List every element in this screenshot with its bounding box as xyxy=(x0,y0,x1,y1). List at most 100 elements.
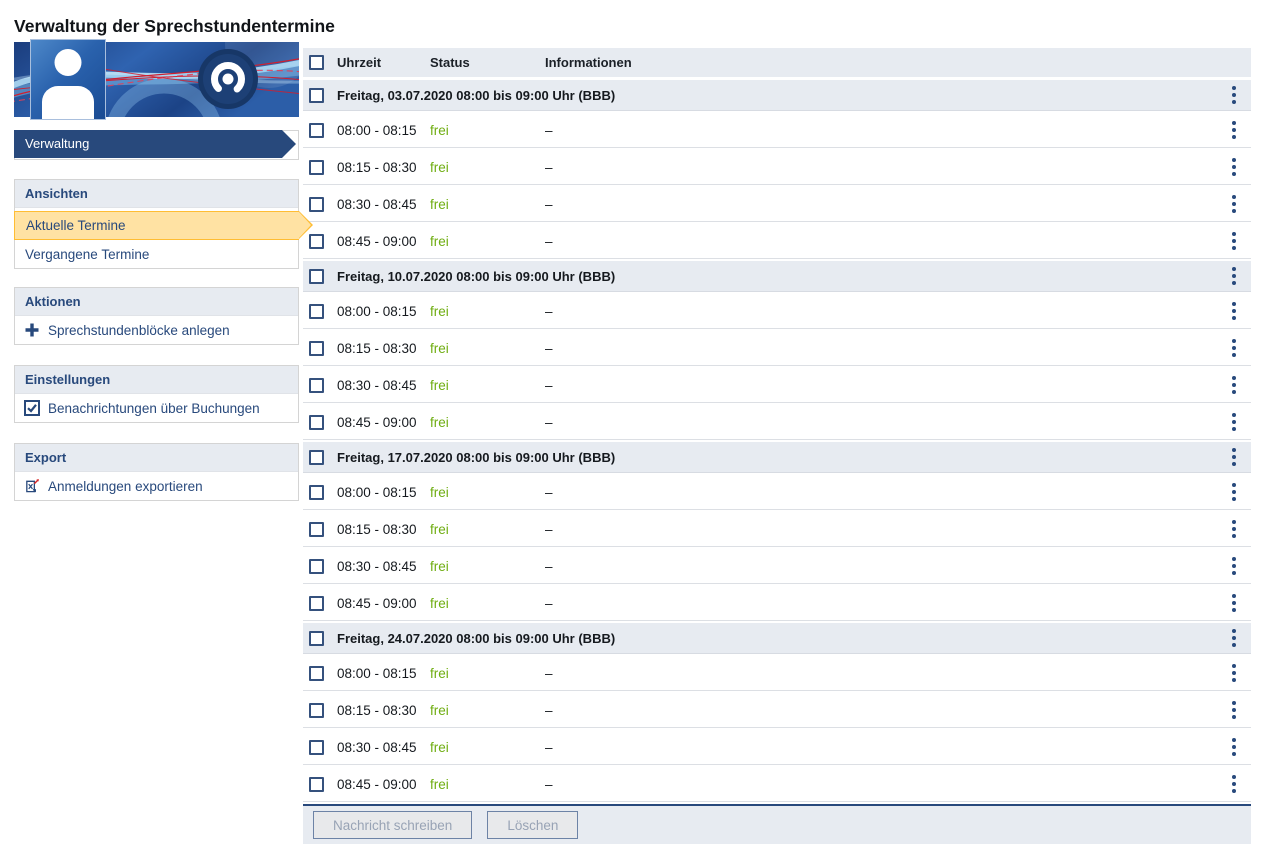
widget-einstellungen: Einstellungen Benachrichtungen über Buch… xyxy=(14,365,299,423)
kebab-menu-icon[interactable] xyxy=(1226,590,1242,616)
slot-info: – xyxy=(545,415,1217,430)
table-header-row: Uhrzeit Status Informationen xyxy=(303,48,1251,77)
row-checkbox[interactable] xyxy=(309,197,324,212)
kebab-menu-icon[interactable] xyxy=(1226,82,1242,108)
slot-status: frei xyxy=(430,415,545,430)
kebab-menu-icon[interactable] xyxy=(1226,409,1242,435)
kebab-menu-icon[interactable] xyxy=(1226,479,1242,505)
slot-row: 08:45 - 09:00frei– xyxy=(303,224,1251,259)
kebab-menu-icon[interactable] xyxy=(1226,516,1242,542)
kebab-menu-icon[interactable] xyxy=(1226,263,1242,289)
kebab-menu-icon[interactable] xyxy=(1226,372,1242,398)
slot-row: 08:15 - 08:30frei– xyxy=(303,150,1251,185)
row-checkbox[interactable] xyxy=(309,485,324,500)
slot-info: – xyxy=(545,777,1217,792)
kebab-menu-icon[interactable] xyxy=(1226,553,1242,579)
slot-time: 08:45 - 09:00 xyxy=(337,596,430,611)
sidebar-item-anmeldungen-exportieren[interactable]: Anmeldungen exportieren xyxy=(15,472,298,500)
row-checkbox[interactable] xyxy=(309,450,324,465)
slot-time: 08:00 - 08:15 xyxy=(337,485,430,500)
slot-row: 08:15 - 08:30frei– xyxy=(303,512,1251,547)
slot-time: 08:45 - 09:00 xyxy=(337,777,430,792)
row-checkbox[interactable] xyxy=(309,123,324,138)
slot-row: 08:30 - 08:45frei– xyxy=(303,187,1251,222)
checkbox-checked-icon[interactable] xyxy=(24,400,40,416)
kebab-menu-icon[interactable] xyxy=(1226,697,1242,723)
slot-info: – xyxy=(545,596,1217,611)
row-checkbox[interactable] xyxy=(309,378,324,393)
row-checkbox[interactable] xyxy=(309,269,324,284)
sidebar-item-aktuelle-termine[interactable]: Aktuelle Termine xyxy=(14,211,299,240)
row-checkbox[interactable] xyxy=(309,522,324,537)
slot-status: frei xyxy=(430,197,545,212)
row-checkbox[interactable] xyxy=(309,160,324,175)
page-title: Verwaltung der Sprechstundentermine xyxy=(14,16,335,37)
slot-row: 08:30 - 08:45frei– xyxy=(303,730,1251,765)
row-checkbox[interactable] xyxy=(309,304,324,319)
row-checkbox[interactable] xyxy=(309,703,324,718)
sidebar: Verwaltung Ansichten Aktuelle Termine Ve… xyxy=(14,42,299,501)
tab-verwaltung[interactable]: Verwaltung xyxy=(14,130,282,158)
kebab-menu-icon[interactable] xyxy=(1226,660,1242,686)
slot-status: frei xyxy=(430,304,545,319)
widget-ansichten-title: Ansichten xyxy=(15,180,298,208)
row-checkbox[interactable] xyxy=(309,559,324,574)
widget-einstellungen-title: Einstellungen xyxy=(15,366,298,394)
kebab-menu-icon[interactable] xyxy=(1226,298,1242,324)
group-title: Freitag, 03.07.2020 08:00 bis 09:00 Uhr … xyxy=(337,88,1217,103)
kebab-menu-icon[interactable] xyxy=(1226,771,1242,797)
write-message-button[interactable]: Nachricht schreiben xyxy=(313,811,472,839)
slot-status: frei xyxy=(430,740,545,755)
kebab-menu-icon[interactable] xyxy=(1226,444,1242,470)
column-header-status: Status xyxy=(430,55,545,70)
kebab-menu-icon[interactable] xyxy=(1226,191,1242,217)
sidebar-item-label: Anmeldungen exportieren xyxy=(48,479,203,494)
row-checkbox[interactable] xyxy=(309,777,324,792)
widget-export-title: Export xyxy=(15,444,298,472)
sidebar-item-sprechstundenbloecke-anlegen[interactable]: Sprechstundenblöcke anlegen xyxy=(15,316,298,344)
sidebar-item-vergangene-termine[interactable]: Vergangene Termine xyxy=(15,241,298,268)
row-checkbox[interactable] xyxy=(309,596,324,611)
row-checkbox[interactable] xyxy=(309,415,324,430)
slot-info: – xyxy=(545,341,1217,356)
slot-status: frei xyxy=(430,234,545,249)
kebab-menu-icon[interactable] xyxy=(1226,117,1242,143)
row-checkbox[interactable] xyxy=(309,88,324,103)
slot-row: 08:45 - 09:00frei– xyxy=(303,405,1251,440)
slot-status: frei xyxy=(430,378,545,393)
slot-row: 08:30 - 08:45frei– xyxy=(303,549,1251,584)
row-checkbox[interactable] xyxy=(309,740,324,755)
slot-info: – xyxy=(545,703,1217,718)
slot-row: 08:00 - 08:15frei– xyxy=(303,656,1251,691)
row-checkbox[interactable] xyxy=(309,341,324,356)
sidebar-item-benachrichtungen[interactable]: Benachrichtungen über Buchungen xyxy=(15,394,298,422)
slot-time: 08:00 - 08:15 xyxy=(337,123,430,138)
sidebar-item-label: Sprechstundenblöcke anlegen xyxy=(48,323,230,338)
slot-status: frei xyxy=(430,160,545,175)
slot-status: frei xyxy=(430,559,545,574)
delete-button[interactable]: Löschen xyxy=(487,811,578,839)
group-title: Freitag, 24.07.2020 08:00 bis 09:00 Uhr … xyxy=(337,631,1217,646)
slot-info: – xyxy=(545,666,1217,681)
slot-row: 08:00 - 08:15frei– xyxy=(303,113,1251,148)
row-checkbox[interactable] xyxy=(309,666,324,681)
slot-time: 08:15 - 08:30 xyxy=(337,522,430,537)
slot-status: frei xyxy=(430,666,545,681)
kebab-menu-icon[interactable] xyxy=(1226,228,1242,254)
slot-time: 08:30 - 08:45 xyxy=(337,197,430,212)
widget-aktionen-title: Aktionen xyxy=(15,288,298,316)
kebab-menu-icon[interactable] xyxy=(1226,154,1242,180)
select-all-checkbox[interactable] xyxy=(309,55,324,70)
kebab-menu-icon[interactable] xyxy=(1226,335,1242,361)
slot-info: – xyxy=(545,197,1217,212)
group-row: Freitag, 24.07.2020 08:00 bis 09:00 Uhr … xyxy=(303,623,1251,654)
slot-status: frei xyxy=(430,703,545,718)
kebab-menu-icon[interactable] xyxy=(1226,734,1242,760)
banner-image xyxy=(14,42,299,117)
row-checkbox[interactable] xyxy=(309,631,324,646)
kebab-menu-icon[interactable] xyxy=(1226,625,1242,651)
table-footer: Nachricht schreiben Löschen xyxy=(303,804,1251,844)
slot-info: – xyxy=(545,160,1217,175)
group-title: Freitag, 17.07.2020 08:00 bis 09:00 Uhr … xyxy=(337,450,1217,465)
widget-ansichten: Ansichten Aktuelle Termine Vergangene Te… xyxy=(14,179,299,269)
